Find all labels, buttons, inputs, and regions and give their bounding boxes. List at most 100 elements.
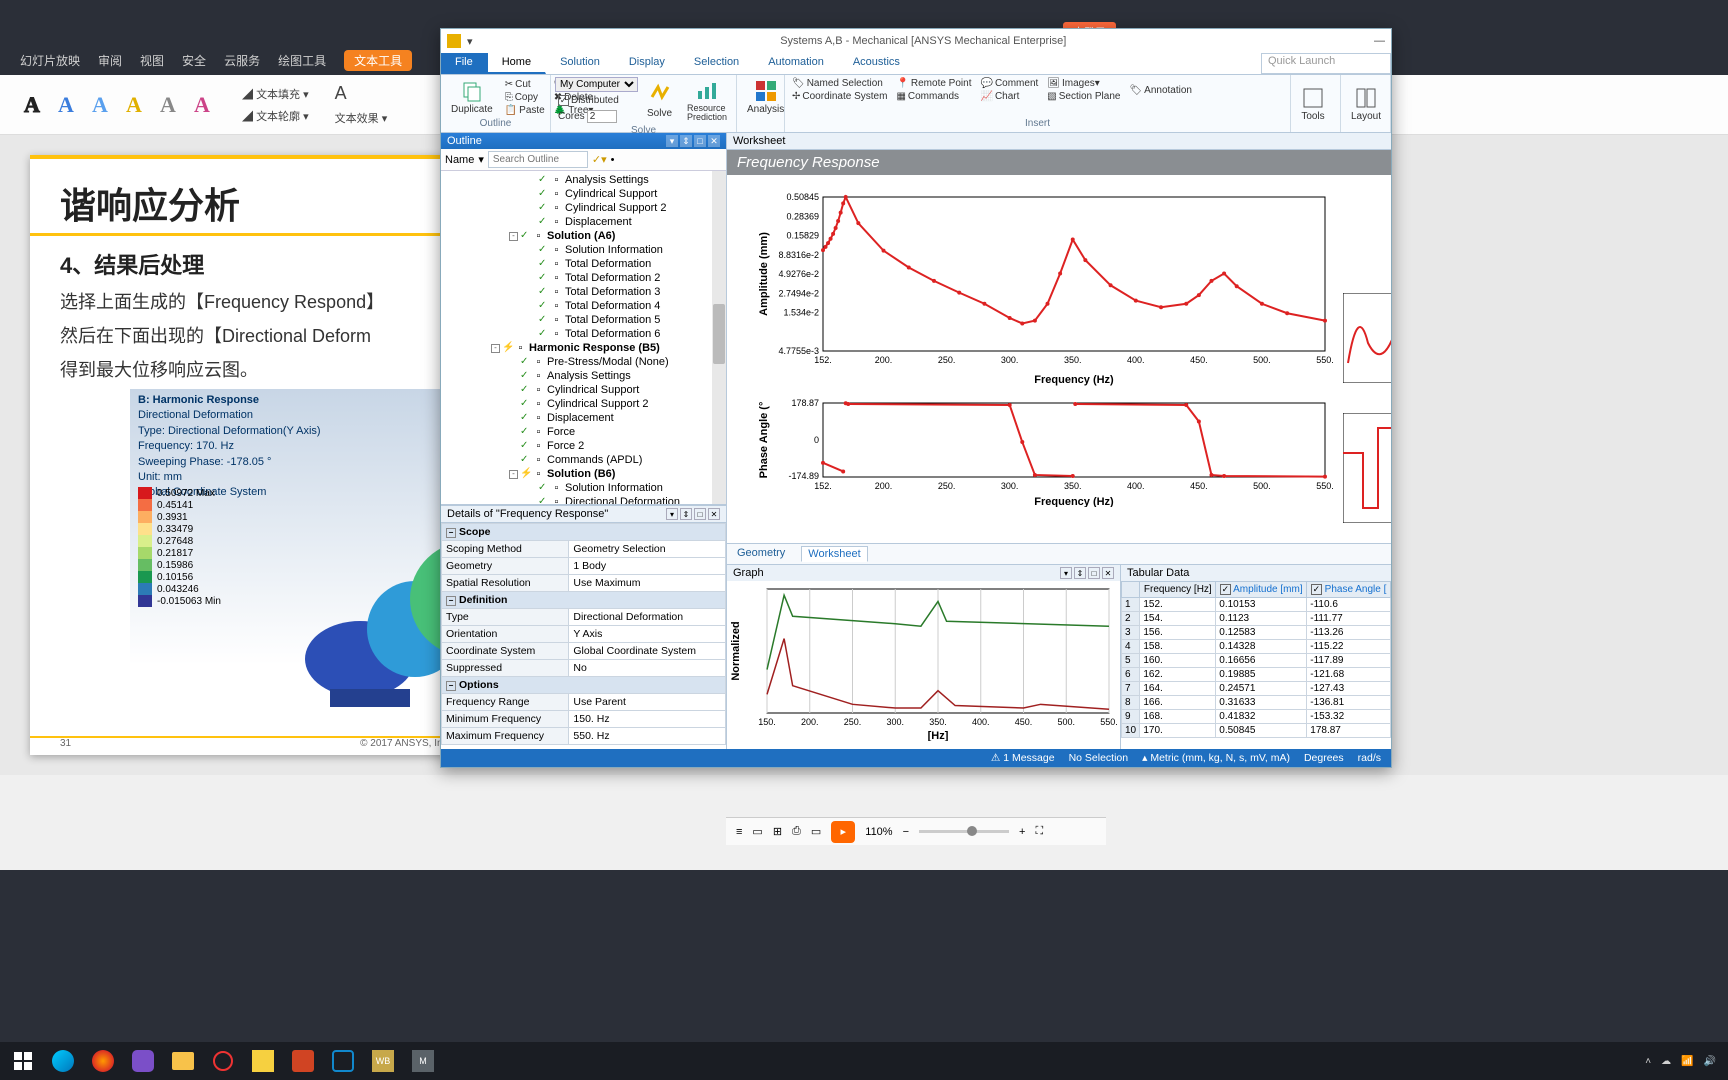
images-button[interactable]: 🖼 Images▾	[1044, 77, 1123, 90]
wordart-style[interactable]: A	[52, 91, 80, 119]
cloud-icon[interactable]: ☁	[1661, 1056, 1671, 1067]
tree-item[interactable]: ✓▫Solution Information	[441, 481, 726, 495]
solution-tab[interactable]: Solution	[546, 53, 615, 74]
chart-button[interactable]: 📈 Chart	[977, 90, 1041, 103]
explorer-icon[interactable]	[164, 1042, 202, 1080]
dropdown-icon[interactable]: ▾	[478, 153, 484, 166]
copy-button[interactable]: ⎘ Copy	[502, 91, 548, 104]
tree-item[interactable]: ✓▫Total Deformation 5	[441, 313, 726, 327]
chart-area[interactable]: 0.508450.283690.158298.8316e-24.9276e-22…	[727, 175, 1391, 543]
ppt-tab[interactable]: 审阅	[98, 52, 122, 69]
system-tray[interactable]: ˄ ☁ 📶 🔊	[1645, 1056, 1724, 1067]
tree-item[interactable]: ✓▫Solution Information	[441, 243, 726, 257]
app-icon[interactable]	[124, 1042, 162, 1080]
remote-point-button[interactable]: 📍 Remote Point	[893, 77, 974, 90]
dropdown-icon[interactable]: ✓▾	[592, 153, 607, 166]
distributed-checkbox[interactable]: ✓ Distributed	[555, 94, 638, 107]
wordart-style[interactable]: A	[120, 91, 148, 119]
name-column[interactable]: Name	[445, 154, 474, 166]
text-fill[interactable]: ◢ 文本填充 ▾	[242, 86, 309, 102]
powerpoint-icon[interactable]	[284, 1042, 322, 1080]
zoom-out[interactable]: −	[903, 826, 909, 838]
fit-icon[interactable]: ⛶	[1035, 825, 1043, 838]
selection-tab[interactable]: Selection	[680, 53, 754, 74]
analysis-button[interactable]: Analysis	[741, 77, 790, 117]
minimize-icon[interactable]: —	[1374, 35, 1385, 47]
firefox-icon[interactable]	[84, 1042, 122, 1080]
maximize-icon[interactable]: □	[1088, 567, 1100, 579]
quick-launch-input[interactable]: Quick Launch	[1261, 53, 1391, 74]
close-icon[interactable]: ✕	[1102, 567, 1114, 579]
tree-item[interactable]: ✓▫Cylindrical Support	[441, 187, 726, 201]
wordart-style[interactable]: A	[86, 91, 114, 119]
start-button[interactable]	[4, 1042, 42, 1080]
pin-icon[interactable]: ⇕	[1074, 567, 1086, 579]
tree-item[interactable]: ✓▫Total Deformation 3	[441, 285, 726, 299]
play-slideshow-button[interactable]: ▸	[831, 821, 855, 843]
tree-item[interactable]: ✓▫Cylindrical Support 2	[441, 397, 726, 411]
wordart-style[interactable]: A	[18, 91, 46, 119]
close-icon[interactable]: ✕	[708, 135, 720, 147]
maximize-icon[interactable]: □	[694, 508, 706, 520]
ppt-text-tool-tab[interactable]: 文本工具	[344, 50, 412, 71]
compute-target-select[interactable]: My Computer	[555, 77, 638, 92]
tree-item[interactable]: -⚡▫Solution (B6)	[441, 467, 726, 481]
tree-item[interactable]: ✓▫Total Deformation	[441, 257, 726, 271]
app-icon[interactable]	[324, 1042, 362, 1080]
layout-button[interactable]: Layout	[1345, 84, 1387, 124]
cores-field[interactable]: Cores 2	[555, 109, 638, 124]
wordart-style[interactable]: A	[154, 91, 182, 119]
tree-item[interactable]: ✓▫Analysis Settings	[441, 173, 726, 187]
chevron-up-icon[interactable]: ˄	[1645, 1056, 1651, 1067]
dropdown-icon[interactable]: ▾	[1060, 567, 1072, 579]
tree-item[interactable]: ✓▫Total Deformation 2	[441, 271, 726, 285]
view-icon[interactable]: ⎙	[792, 825, 801, 838]
view-icon[interactable]: ▭	[752, 825, 762, 838]
edge-icon[interactable]	[44, 1042, 82, 1080]
worksheet-tab[interactable]: Worksheet	[801, 546, 867, 562]
tree-item[interactable]: ✓▫Force 2	[441, 439, 726, 453]
details-table[interactable]: −ScopeScoping MethodGeometry SelectionGe…	[441, 523, 726, 745]
scrollbar[interactable]	[712, 171, 726, 504]
wordart-style[interactable]: A	[188, 91, 216, 119]
section-plane-button[interactable]: ▧ Section Plane	[1044, 90, 1123, 103]
acoustics-tab[interactable]: Acoustics	[839, 53, 915, 74]
tree-item[interactable]: ✓▫Displacement	[441, 411, 726, 425]
tree-item[interactable]: ✓▫Commands (APDL)	[441, 453, 726, 467]
display-tab[interactable]: Display	[615, 53, 680, 74]
wifi-icon[interactable]: 📶	[1681, 1056, 1693, 1067]
outline-tree[interactable]: ✓▫Analysis Settings✓▫Cylindrical Support…	[441, 171, 726, 505]
volume-icon[interactable]: 🔊	[1704, 1056, 1716, 1067]
tree-item[interactable]: ✓▫Directional Deformation	[441, 495, 726, 505]
tree-item[interactable]: ✓▫Force	[441, 425, 726, 439]
paste-button[interactable]: 📋 Paste	[502, 104, 548, 117]
search-outline-input[interactable]	[488, 151, 588, 168]
mechanical-icon[interactable]: M	[404, 1042, 442, 1080]
tree-item[interactable]: ✓▫Pre-Stress/Modal (None)	[441, 355, 726, 369]
record-icon[interactable]	[204, 1042, 242, 1080]
cut-button[interactable]: ✂ Cut	[502, 78, 548, 91]
tree-item[interactable]: -⚡▫Harmonic Response (B5)	[441, 341, 726, 355]
zoom-in[interactable]: +	[1019, 826, 1025, 838]
ppt-tab[interactable]: 视图	[140, 52, 164, 69]
text-outline[interactable]: ◢ 文本轮廓 ▾	[242, 108, 309, 124]
ppt-tab[interactable]: 安全	[182, 52, 206, 69]
annotation-button[interactable]: 🏷 Annotation	[1126, 84, 1195, 97]
home-tab[interactable]: Home	[488, 53, 546, 74]
status-messages[interactable]: 1 Message	[1003, 752, 1054, 764]
filter-icon[interactable]: •	[611, 154, 615, 166]
tree-item[interactable]: ✓▫Total Deformation 6	[441, 327, 726, 341]
status-units[interactable]: ▴ Metric (mm, kg, N, s, mV, mA)	[1142, 752, 1290, 764]
view-icon[interactable]: ⊞	[773, 825, 782, 838]
dropdown-icon[interactable]: ▾	[666, 508, 678, 520]
text-effects[interactable]: 文本效果 ▾	[335, 110, 388, 126]
ppt-tab[interactable]: 幻灯片放映	[20, 52, 80, 69]
workbench-icon[interactable]: WB	[364, 1042, 402, 1080]
tree-item[interactable]: ✓▫Displacement	[441, 215, 726, 229]
tools-button[interactable]: Tools	[1295, 84, 1331, 124]
file-tab[interactable]: File	[441, 53, 488, 74]
titlebar-arrow-icon[interactable]: ▾	[467, 35, 473, 48]
named-selection-button[interactable]: 🏷 Named Selection	[789, 77, 890, 90]
maximize-icon[interactable]: □	[694, 135, 706, 147]
app-icon[interactable]	[244, 1042, 282, 1080]
